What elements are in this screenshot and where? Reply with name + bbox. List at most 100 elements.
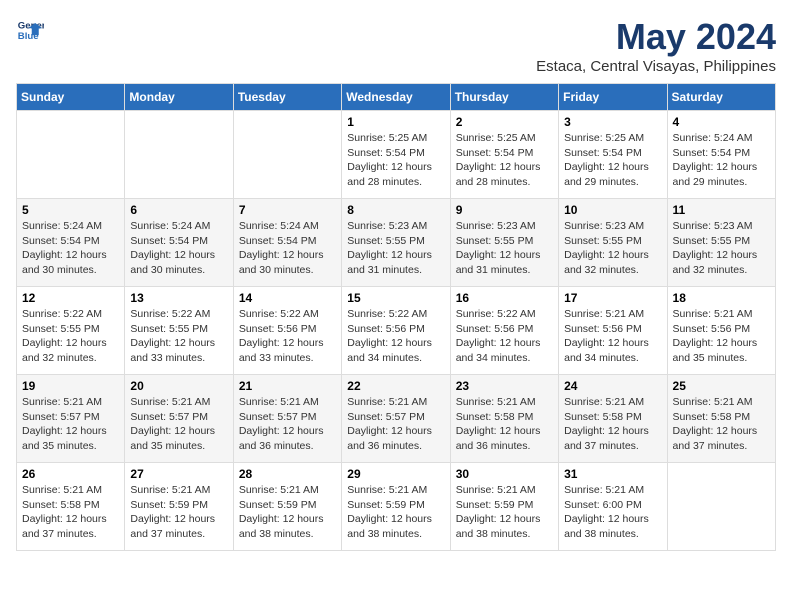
cell-info-text: Sunrise: 5:21 AM Sunset: 6:00 PM Dayligh… [564,483,661,542]
cell-date-number: 8 [347,203,444,217]
calendar-cell: 23 Sunrise: 5:21 AM Sunset: 5:58 PM Dayli… [450,375,558,463]
calendar-cell: 3 Sunrise: 5:25 AM Sunset: 5:54 PM Daylig… [559,111,667,199]
calendar-cell: 13 Sunrise: 5:22 AM Sunset: 5:55 PM Dayli… [125,287,233,375]
calendar-cell [667,463,775,551]
calendar-cell [233,111,341,199]
calendar-cell [125,111,233,199]
cell-info-text: Sunrise: 5:22 AM Sunset: 5:56 PM Dayligh… [347,307,444,366]
calendar-cell: 30 Sunrise: 5:21 AM Sunset: 5:59 PM Dayli… [450,463,558,551]
calendar-cell: 19 Sunrise: 5:21 AM Sunset: 5:57 PM Dayli… [17,375,125,463]
calendar-cell: 16Sunrise: 5:22 AM Sunset: 5:56 PM Dayli… [450,287,558,375]
cell-date-number: 24 [564,379,661,393]
cell-info-text: Sunrise: 5:21 AM Sunset: 5:59 PM Dayligh… [456,483,553,542]
cell-info-text: Sunrise: 5:21 AM Sunset: 5:57 PM Dayligh… [22,395,119,454]
calendar-week-row: 1 Sunrise: 5:25 AM Sunset: 5:54 PM Daylig… [17,111,776,199]
cell-date-number: 19 [22,379,119,393]
calendar-cell: 6 Sunrise: 5:24 AM Sunset: 5:54 PM Daylig… [125,199,233,287]
cell-info-text: Sunrise: 5:25 AM Sunset: 5:54 PM Dayligh… [564,131,661,190]
calendar-table: SundayMondayTuesdayWednesdayThursdayFrid… [16,83,776,551]
calendar-cell: 15 Sunrise: 5:22 AM Sunset: 5:56 PM Dayli… [342,287,450,375]
weekday-header-cell: Saturday [667,84,775,111]
cell-info-text: Sunrise: 5:21 AM Sunset: 5:58 PM Dayligh… [564,395,661,454]
cell-info-text: Sunrise: 5:21 AM Sunset: 5:58 PM Dayligh… [22,483,119,542]
calendar-cell: 26 Sunrise: 5:21 AM Sunset: 5:58 PM Dayli… [17,463,125,551]
cell-info-text: Sunrise: 5:21 AM Sunset: 5:57 PM Dayligh… [239,395,336,454]
cell-date-number: 25 [673,379,770,393]
calendar-week-row: 12 Sunrise: 5:22 AM Sunset: 5:55 PM Dayli… [17,287,776,375]
cell-date-number: 10 [564,203,661,217]
calendar-cell: 31Sunrise: 5:21 AM Sunset: 6:00 PM Dayli… [559,463,667,551]
cell-date-number: 3 [564,115,661,129]
cell-date-number: 4 [673,115,770,129]
weekday-header-cell: Monday [125,84,233,111]
calendar-cell: 5 Sunrise: 5:24 AM Sunset: 5:54 PM Daylig… [17,199,125,287]
cell-info-text: Sunrise: 5:25 AM Sunset: 5:54 PM Dayligh… [347,131,444,190]
calendar-week-row: 5 Sunrise: 5:24 AM Sunset: 5:54 PM Daylig… [17,199,776,287]
calendar-cell: 25 Sunrise: 5:21 AM Sunset: 5:58 PM Dayli… [667,375,775,463]
cell-date-number: 15 [347,291,444,305]
cell-info-text: Sunrise: 5:22 AM Sunset: 5:56 PM Dayligh… [239,307,336,366]
calendar-cell: 10 Sunrise: 5:23 AM Sunset: 5:55 PM Dayli… [559,199,667,287]
weekday-header-row: SundayMondayTuesdayWednesdayThursdayFrid… [17,84,776,111]
weekday-header-cell: Friday [559,84,667,111]
cell-date-number: 30 [456,467,553,481]
weekday-header-cell: Thursday [450,84,558,111]
calendar-cell [17,111,125,199]
calendar-week-row: 26 Sunrise: 5:21 AM Sunset: 5:58 PM Dayli… [17,463,776,551]
cell-info-text: Sunrise: 5:23 AM Sunset: 5:55 PM Dayligh… [347,219,444,278]
cell-date-number: 26 [22,467,119,481]
calendar-cell: 29Sunrise: 5:21 AM Sunset: 5:59 PM Dayli… [342,463,450,551]
cell-date-number: 18 [673,291,770,305]
calendar-cell: 24 Sunrise: 5:21 AM Sunset: 5:58 PM Dayli… [559,375,667,463]
calendar-cell: 22Sunrise: 5:21 AM Sunset: 5:57 PM Dayli… [342,375,450,463]
page-header: General Blue May 2024 Estaca, Central Vi… [16,16,776,75]
calendar-cell: 8 Sunrise: 5:23 AM Sunset: 5:55 PM Daylig… [342,199,450,287]
cell-info-text: Sunrise: 5:24 AM Sunset: 5:54 PM Dayligh… [673,131,770,190]
cell-info-text: Sunrise: 5:21 AM Sunset: 5:57 PM Dayligh… [130,395,227,454]
cell-info-text: Sunrise: 5:21 AM Sunset: 5:58 PM Dayligh… [673,395,770,454]
calendar-cell: 28Sunrise: 5:21 AM Sunset: 5:59 PM Dayli… [233,463,341,551]
cell-info-text: Sunrise: 5:25 AM Sunset: 5:54 PM Dayligh… [456,131,553,190]
calendar-cell: 9 Sunrise: 5:23 AM Sunset: 5:55 PM Daylig… [450,199,558,287]
weekday-header-cell: Sunday [17,84,125,111]
cell-info-text: Sunrise: 5:24 AM Sunset: 5:54 PM Dayligh… [130,219,227,278]
cell-info-text: Sunrise: 5:24 AM Sunset: 5:54 PM Dayligh… [22,219,119,278]
logo-icon: General Blue [16,16,44,44]
calendar-body: 1 Sunrise: 5:25 AM Sunset: 5:54 PM Daylig… [17,111,776,551]
cell-date-number: 23 [456,379,553,393]
calendar-cell: 18 Sunrise: 5:21 AM Sunset: 5:56 PM Dayli… [667,287,775,375]
cell-date-number: 20 [130,379,227,393]
calendar-cell: 20 Sunrise: 5:21 AM Sunset: 5:57 PM Dayli… [125,375,233,463]
calendar-cell: 11Sunrise: 5:23 AM Sunset: 5:55 PM Dayli… [667,199,775,287]
cell-date-number: 5 [22,203,119,217]
cell-info-text: Sunrise: 5:22 AM Sunset: 5:55 PM Dayligh… [130,307,227,366]
cell-date-number: 6 [130,203,227,217]
cell-date-number: 1 [347,115,444,129]
cell-date-number: 12 [22,291,119,305]
cell-date-number: 17 [564,291,661,305]
weekday-header-cell: Wednesday [342,84,450,111]
cell-info-text: Sunrise: 5:22 AM Sunset: 5:56 PM Dayligh… [456,307,553,366]
cell-info-text: Sunrise: 5:23 AM Sunset: 5:55 PM Dayligh… [456,219,553,278]
month-title: May 2024 [536,16,776,58]
calendar-cell: 21 Sunrise: 5:21 AM Sunset: 5:57 PM Dayli… [233,375,341,463]
calendar-cell: 7Sunrise: 5:24 AM Sunset: 5:54 PM Daylig… [233,199,341,287]
svg-text:General: General [18,20,44,31]
cell-info-text: Sunrise: 5:21 AM Sunset: 5:58 PM Dayligh… [456,395,553,454]
cell-date-number: 13 [130,291,227,305]
cell-info-text: Sunrise: 5:23 AM Sunset: 5:55 PM Dayligh… [564,219,661,278]
calendar-cell: 4 Sunrise: 5:24 AM Sunset: 5:54 PM Daylig… [667,111,775,199]
cell-info-text: Sunrise: 5:21 AM Sunset: 5:56 PM Dayligh… [673,307,770,366]
calendar-cell: 12Sunrise: 5:22 AM Sunset: 5:55 PM Dayli… [17,287,125,375]
cell-date-number: 9 [456,203,553,217]
weekday-header-cell: Tuesday [233,84,341,111]
cell-date-number: 14 [239,291,336,305]
cell-info-text: Sunrise: 5:24 AM Sunset: 5:54 PM Dayligh… [239,219,336,278]
logo: General Blue [16,16,44,44]
cell-date-number: 21 [239,379,336,393]
calendar-cell: 14 Sunrise: 5:22 AM Sunset: 5:56 PM Dayli… [233,287,341,375]
cell-info-text: Sunrise: 5:23 AM Sunset: 5:55 PM Dayligh… [673,219,770,278]
location-title: Estaca, Central Visayas, Philippines [536,58,776,75]
cell-date-number: 28 [239,467,336,481]
calendar-cell: 17Sunrise: 5:21 AM Sunset: 5:56 PM Dayli… [559,287,667,375]
